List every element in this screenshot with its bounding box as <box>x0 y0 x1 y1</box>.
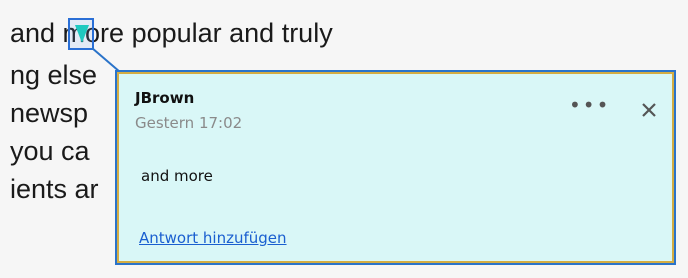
document-text-line: ng else <box>10 60 98 90</box>
document-text-line: and more popular and truly <box>10 18 333 48</box>
document-text-line: ients ar <box>10 174 99 204</box>
comment-popup: JBrown Gestern 17:02 ••• and more Antwor… <box>115 70 676 265</box>
comment-text: and more <box>141 167 213 185</box>
close-icon <box>642 103 656 117</box>
document-canvas[interactable]: and more popular and truly ng else newsp… <box>0 0 688 278</box>
comment-author: JBrown <box>135 89 195 107</box>
comment-popup-body: JBrown Gestern 17:02 ••• and more Antwor… <box>119 74 672 261</box>
document-text-line: newsp <box>10 98 89 128</box>
more-horizontal-icon: ••• <box>569 93 611 117</box>
add-reply-link[interactable]: Antwort hinzufügen <box>139 229 287 247</box>
comment-timestamp: Gestern 17:02 <box>135 114 243 132</box>
close-button[interactable] <box>635 96 663 124</box>
comment-anchor[interactable] <box>68 18 94 50</box>
comment-anchor-marker-icon <box>75 25 89 43</box>
more-options-button[interactable]: ••• <box>569 95 608 124</box>
document-text-line: you ca <box>10 136 90 166</box>
